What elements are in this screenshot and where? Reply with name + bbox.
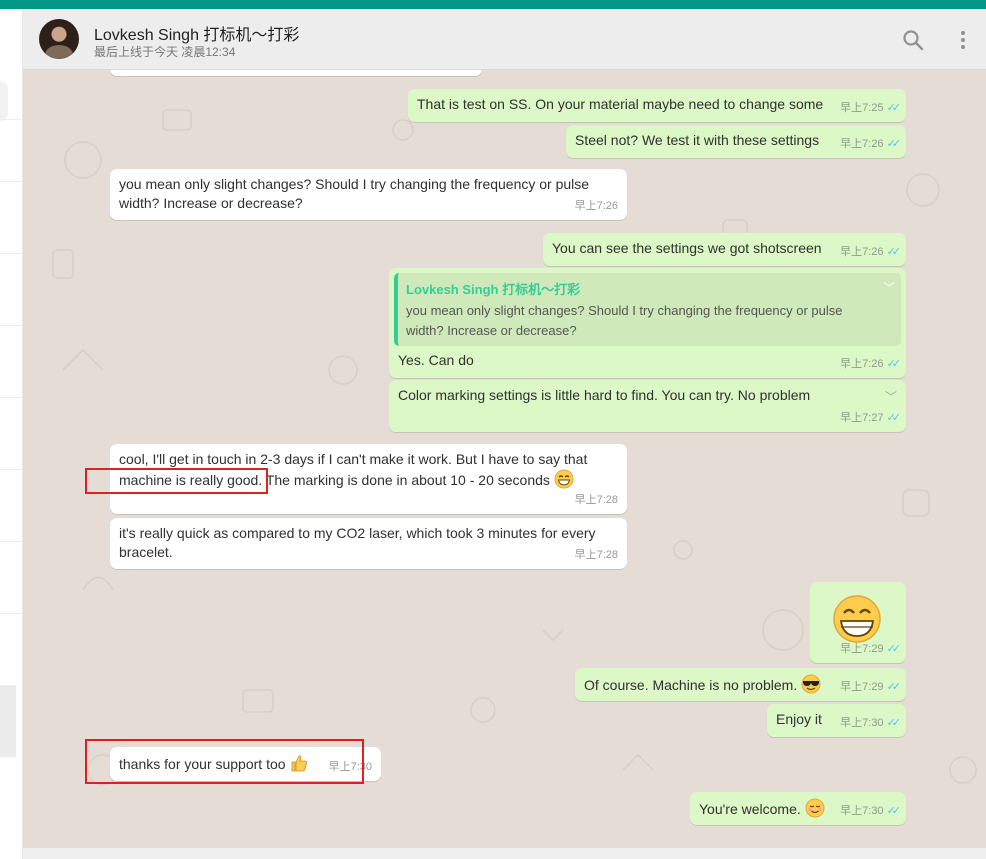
message-text: you mean only slight changes? Should I t… <box>119 176 590 211</box>
read-receipt-icon: ✓✓ <box>886 717 902 729</box>
message-time: 早上7:28 <box>574 549 618 561</box>
quoted-message[interactable]: Lovkesh Singh 打标机～打彩 you mean only sligh… <box>394 273 901 346</box>
contact-name[interactable]: Lovkesh Singh 打标机～打彩 <box>94 21 299 45</box>
outgoing-message[interactable]: You're welcome. 早上7:30 ✓✓ <box>690 792 906 825</box>
message-time: 早上7:30 ✓✓ <box>840 714 902 733</box>
outgoing-reply-message[interactable]: Lovkesh Singh 打标机～打彩 you mean only sligh… <box>389 268 906 378</box>
more-vertical-icon[interactable] <box>952 29 974 51</box>
message-text: Of course. Machine is no problem. <box>584 674 821 695</box>
smiling-face-emoji-icon <box>805 798 825 818</box>
message-text: Color marking settings is little hard to… <box>398 387 811 403</box>
quoted-text: you mean only slight changes? Should I t… <box>406 303 843 338</box>
read-receipt-icon: ✓✓ <box>886 102 902 114</box>
avatar[interactable] <box>39 19 79 59</box>
highlight-annotation-box <box>85 468 268 494</box>
search-icon[interactable] <box>902 29 924 51</box>
outgoing-message[interactable]: Enjoy it 早上7:30 ✓✓ <box>767 704 906 737</box>
message-text: Steel not? We test it with these setting… <box>575 132 820 148</box>
read-receipt-icon: ✓✓ <box>886 358 902 370</box>
app-top-strip <box>0 0 986 9</box>
list-divider <box>0 181 22 182</box>
message-time: 早上7:26 ✓✓ <box>840 243 902 262</box>
outgoing-message[interactable]: Color marking settings is little hard to… <box>389 380 906 432</box>
message-time: 早上7:29 ✓✓ <box>840 678 902 697</box>
list-divider <box>0 613 22 614</box>
message-time: 早上7:27 ✓✓ <box>840 409 902 428</box>
outgoing-message[interactable]: You can see the settings we got shotscre… <box>543 233 906 266</box>
message-time: 早上7:26 ✓✓ <box>840 355 902 374</box>
message-time: 早上7:26 <box>574 200 618 212</box>
chat-list-pane[interactable] <box>0 9 23 859</box>
quoted-author: Lovkesh Singh 打标机～打彩 <box>406 282 581 297</box>
list-divider <box>0 397 22 398</box>
message-time: 早上7:26 ✓✓ <box>840 135 902 154</box>
read-receipt-icon: ✓✓ <box>886 246 902 258</box>
search-box-edge[interactable] <box>0 81 8 121</box>
incoming-message-partial[interactable] <box>110 70 482 76</box>
read-receipt-icon: ✓✓ <box>886 643 902 655</box>
message-text: That is test on SS. On your material may… <box>417 96 824 112</box>
message-time: 早上7:29 ✓✓ <box>840 640 902 659</box>
list-divider <box>0 325 22 326</box>
grinning-emoji-icon <box>554 469 574 489</box>
message-time: 早上7:30 ✓✓ <box>840 802 902 821</box>
message-text: it's really quick as compared to my CO2 … <box>119 525 596 560</box>
list-divider <box>0 541 22 542</box>
outgoing-message[interactable]: Steel not? We test it with these setting… <box>566 125 906 158</box>
message-time: 早上7:25 ✓✓ <box>840 99 902 118</box>
contact-status: 最后上线于今天 凌晨12:34 <box>94 45 236 59</box>
message-text: You're welcome. <box>699 798 825 819</box>
highlight-annotation-box <box>85 739 364 784</box>
outgoing-message[interactable]: Of course. Machine is no problem. 早上7:29… <box>575 668 906 701</box>
read-receipt-icon: ✓✓ <box>886 138 902 150</box>
chevron-down-icon[interactable]: ﹀ <box>883 279 895 298</box>
read-receipt-icon: ✓✓ <box>886 681 902 693</box>
message-panel[interactable]: That is test on SS. On your material may… <box>23 70 986 848</box>
sunglasses-emoji-icon <box>801 674 821 694</box>
message-text: You can see the settings we got shotscre… <box>552 240 822 256</box>
message-time: 早上7:28 <box>574 494 618 506</box>
beaming-face-emoji-icon <box>833 595 881 643</box>
list-divider <box>0 469 22 470</box>
message-text: Enjoy it <box>776 711 822 727</box>
list-divider <box>0 119 22 120</box>
chat-header: Lovkesh Singh 打标机～打彩 最后上线于今天 凌晨12:34 <box>23 9 986 70</box>
list-divider <box>0 253 22 254</box>
incoming-message[interactable]: you mean only slight changes? Should I t… <box>110 169 627 220</box>
incoming-message[interactable]: it's really quick as compared to my CO2 … <box>110 518 627 569</box>
chevron-down-icon[interactable]: ﹀ <box>885 388 897 407</box>
selected-chat-item[interactable] <box>0 685 16 757</box>
read-receipt-icon: ✓✓ <box>886 412 902 424</box>
compose-bar-edge <box>23 848 986 859</box>
read-receipt-icon: ✓✓ <box>886 805 902 817</box>
outgoing-message[interactable]: That is test on SS. On your material may… <box>408 89 906 122</box>
message-text: Yes. Can do <box>398 352 474 368</box>
outgoing-emoji-message[interactable]: 早上7:29 ✓✓ <box>810 582 906 663</box>
